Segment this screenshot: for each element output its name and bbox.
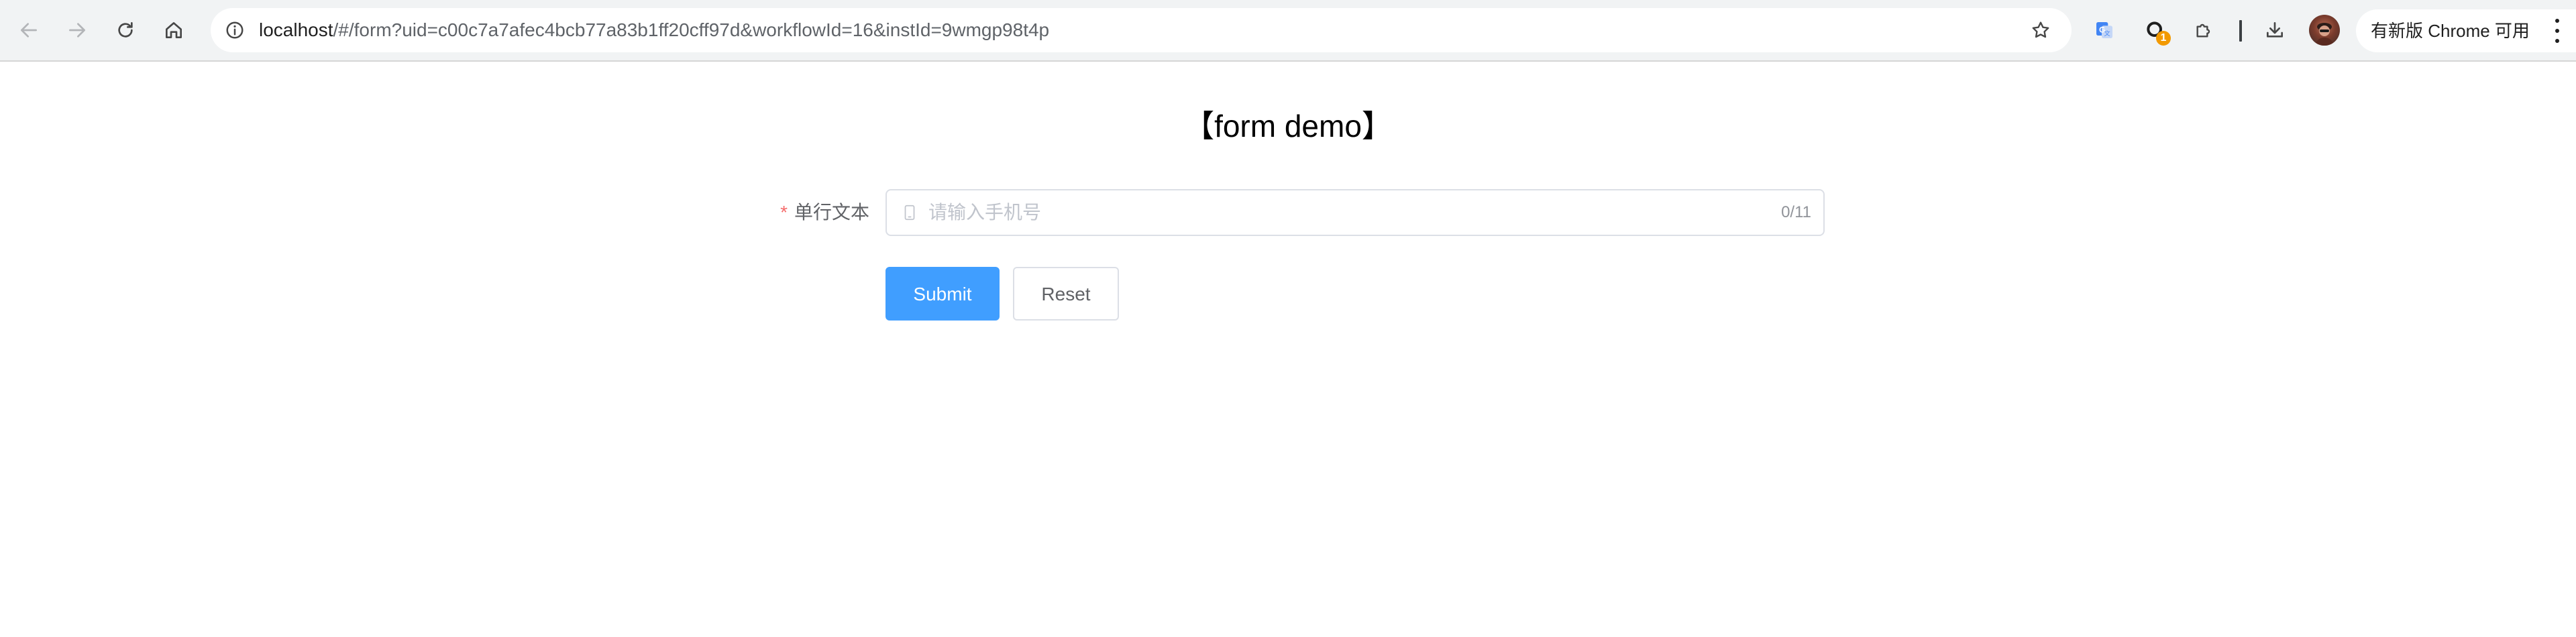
back-button[interactable] (13, 15, 44, 46)
url-path: /#/form?uid=c00c7a7afec4bcb77a83b1ff20cf… (333, 19, 1050, 40)
url-host: localhost (259, 19, 333, 40)
avatar-image (2315, 23, 2334, 46)
reload-icon (118, 22, 133, 38)
forward-button[interactable] (62, 15, 93, 46)
field-label: * 单行文本 (738, 194, 869, 231)
puzzle-icon (2196, 23, 2210, 38)
chrome-update-button[interactable]: 有新版 Chrome 可用 (2356, 9, 2576, 52)
phone-input-wrapper[interactable]: 0/11 (885, 189, 1825, 236)
badged-extension[interactable]: 1 (2140, 15, 2171, 46)
phone-input[interactable] (928, 190, 1733, 235)
download-icon (2267, 22, 2283, 38)
kebab-menu-icon[interactable] (2553, 19, 2561, 43)
bookmark-button[interactable] (2026, 15, 2055, 45)
home-button[interactable] (158, 15, 189, 46)
profile-avatar[interactable] (2309, 15, 2340, 46)
extensions-button[interactable] (2188, 15, 2219, 46)
home-icon (166, 22, 182, 38)
required-mark: * (780, 202, 788, 223)
field-label-text: 单行文本 (794, 202, 869, 223)
info-icon (226, 21, 244, 39)
character-counter: 0/11 (1781, 203, 1811, 221)
arrow-right-icon (69, 23, 85, 38)
url-text[interactable]: localhost/#/form?uid=c00c7a7afec4bcb77a8… (259, 8, 1049, 52)
reset-button[interactable]: Reset (1013, 267, 1119, 321)
page-title: 【form demo】 (1183, 109, 1393, 143)
reload-button[interactable] (110, 15, 141, 46)
arrow-left-icon (21, 23, 37, 38)
star-icon (2032, 21, 2049, 38)
site-info-button[interactable] (220, 15, 250, 45)
translate-extension[interactable]: G 文 (2089, 15, 2120, 46)
submit-button[interactable]: Submit (885, 267, 1000, 321)
update-label: 有新版 Chrome 可用 (2371, 21, 2530, 41)
svg-text:文: 文 (2104, 30, 2110, 37)
address-bar[interactable]: localhost/#/form?uid=c00c7a7afec4bcb77a8… (211, 8, 2072, 52)
phone-icon (900, 203, 919, 222)
browser-toolbar: localhost/#/form?uid=c00c7a7afec4bcb77a8… (0, 0, 2576, 62)
toolbar-divider (2239, 20, 2242, 42)
extension-badge: 1 (2156, 31, 2171, 46)
downloads-button[interactable] (2259, 15, 2290, 46)
google-translate-icon: G 文 (2096, 22, 2112, 38)
